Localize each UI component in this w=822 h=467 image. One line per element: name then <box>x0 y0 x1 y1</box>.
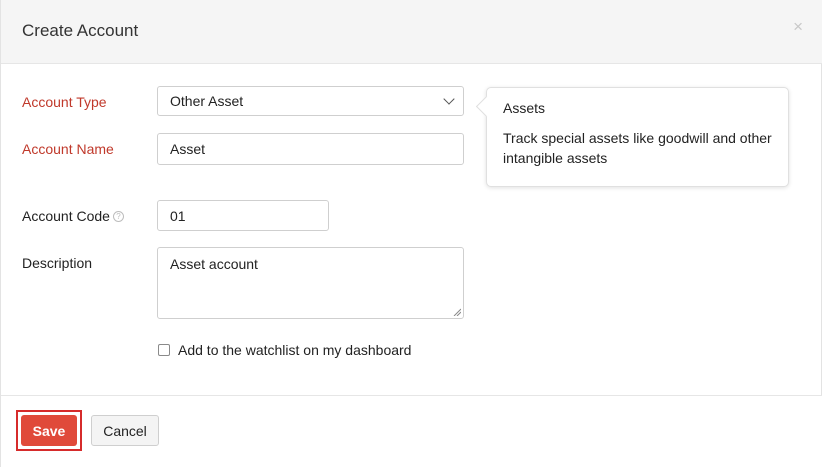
watchlist-label: Add to the watchlist on my dashboard <box>178 342 412 358</box>
account-code-label: Account Code <box>22 208 110 224</box>
account-name-input[interactable]: Asset <box>157 133 464 165</box>
tooltip-body: Track special assets like goodwill and o… <box>503 130 772 166</box>
account-code-label-row: Account Code? <box>22 208 124 224</box>
close-icon[interactable]: × <box>793 18 803 35</box>
account-type-value: Other Asset <box>170 93 244 109</box>
cancel-button[interactable]: Cancel <box>91 415 159 446</box>
account-name-label: Account Name <box>22 141 114 157</box>
description-label: Description <box>22 255 93 271</box>
create-account-dialog: Create Account × Account Type Other Asse… <box>0 0 822 467</box>
account-type-select[interactable]: Other Asset <box>157 86 464 116</box>
tooltip-title: Assets <box>503 100 546 116</box>
account-name-value: Asset <box>170 141 206 157</box>
watchlist-option[interactable]: Add to the watchlist on my dashboard <box>158 342 411 358</box>
description-value: Asset account <box>170 256 258 272</box>
account-type-tooltip: Assets Track special assets like goodwil… <box>486 87 789 187</box>
save-button[interactable]: Save <box>21 415 77 446</box>
resize-grip-icon[interactable] <box>453 308 461 316</box>
watchlist-checkbox[interactable] <box>158 344 170 356</box>
help-icon[interactable]: ? <box>112 211 124 222</box>
dialog-title: Create Account <box>22 21 139 40</box>
account-type-label: Account Type <box>22 94 107 110</box>
account-code-input[interactable]: 01 <box>157 200 329 231</box>
account-code-value: 01 <box>170 207 186 224</box>
dialog-header: Create Account × <box>1 0 822 64</box>
chevron-down-icon <box>443 93 455 105</box>
description-textarea[interactable]: Asset account <box>157 247 464 319</box>
